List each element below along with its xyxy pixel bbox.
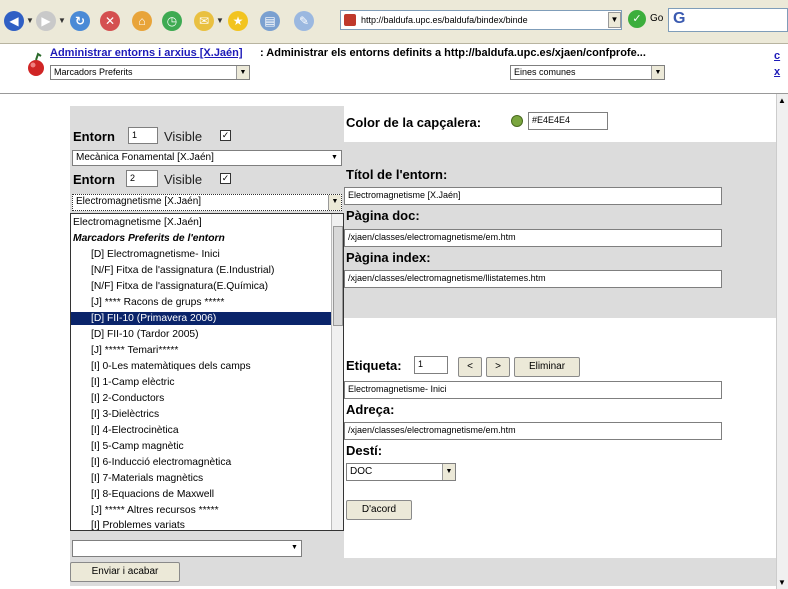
address-input[interactable]: /xjaen/classes/electromagnetisme/em.htm <box>344 422 722 440</box>
header-link[interactable]: Administrar entorns i arxius [X.Jaén] <box>50 47 243 59</box>
visible-2-label: Visible <box>164 172 203 187</box>
list-item[interactable]: [I] 4-Electrocinètica <box>73 424 179 437</box>
tag-number-input[interactable]: 1 <box>414 356 448 374</box>
reload-icon[interactable]: ↻ <box>70 11 90 31</box>
destination-select[interactable]: DOC ▼ <box>346 463 456 481</box>
entorn-1-select[interactable]: Mecànica Fonamental [X.Jaén] ▼ <box>72 150 342 166</box>
new-entorn-select[interactable]: ▼ <box>72 540 302 557</box>
site-favicon-icon <box>344 14 356 26</box>
destination-label: Destí: <box>346 443 383 458</box>
list-item[interactable]: [J] ***** Temari***** <box>73 344 178 357</box>
header-color-label: Color de la capçalera: <box>346 115 482 130</box>
history-icon[interactable]: ◷ <box>162 11 182 31</box>
chevron-down-icon[interactable]: ▼ <box>328 195 341 210</box>
browser-toolbar: ◀ ▼ ▶ ▼ ↻ ✕ ⌂ ◷ ✉ ▼ ★ ▤ ✎ http://baldufa… <box>0 0 788 44</box>
list-item[interactable]: [I] 3-Dielèctrics <box>73 408 159 421</box>
doc-page-label: Pàgina doc: <box>346 208 420 223</box>
bookmark-star-icon[interactable]: ★ <box>228 11 248 31</box>
previous-tag-button[interactable]: < <box>458 357 482 377</box>
address-dropdown-icon[interactable]: ▼ <box>608 12 621 28</box>
scroll-up-icon[interactable]: ▲ <box>778 96 786 105</box>
entorn-title-input[interactable]: Electromagnetisme [X.Jaén] <box>344 187 722 205</box>
back-icon[interactable]: ◀ <box>4 11 24 31</box>
list-item[interactable]: [I] 6-Inducció electromagnètica <box>73 456 231 469</box>
bookmarks-select-value: Marcadors Preferits <box>54 67 133 77</box>
entorn-title-label: Títol de l'entorn: <box>346 167 448 182</box>
entorn-2-select[interactable]: Electromagnetisme [X.Jaén] ▼ <box>72 194 342 211</box>
chevron-down-icon[interactable]: ▼ <box>442 464 455 480</box>
visible-1-label: Visible <box>164 129 203 144</box>
send-and-finish-button[interactable]: Enviar i acabar <box>70 562 180 582</box>
list-item[interactable]: [I] 5-Camp magnètic <box>73 440 184 453</box>
entorn-1-label: Entorn <box>73 129 115 144</box>
list-item[interactable]: [I] 8-Equacions de Maxwell <box>73 488 214 501</box>
go-label[interactable]: Go <box>650 13 663 24</box>
index-page-input[interactable]: /xjaen/classes/electromagnetisme/llistat… <box>344 270 722 288</box>
list-item[interactable]: [I] 0-Les matemàtiques dels camps <box>73 360 251 373</box>
stop-icon[interactable]: ✕ <box>100 11 120 31</box>
list-item[interactable]: [I] 2-Conductors <box>73 392 164 405</box>
header-side-link-2[interactable]: x <box>774 66 780 78</box>
list-item[interactable]: [D] Electromagnetisme- Inici <box>73 248 220 261</box>
header-side-link-1[interactable]: c <box>774 50 780 62</box>
entorn-1-input[interactable]: 1 <box>128 127 158 144</box>
go-icon[interactable]: ✓ <box>628 10 646 28</box>
tools-select-value: Eines comunes <box>514 67 576 77</box>
visible-2-checkbox[interactable]: ✓ <box>220 173 231 184</box>
list-group-header: Marcadors Preferits de l'entorn <box>73 233 225 244</box>
forward-dropdown-icon[interactable]: ▼ <box>58 16 66 25</box>
tools-select[interactable]: Eines comunes ▼ <box>510 65 665 80</box>
list-item[interactable]: [I] 1-Camp elèctric <box>73 376 175 389</box>
next-tag-button[interactable]: > <box>486 357 510 377</box>
destination-select-value: DOC <box>350 466 373 477</box>
list-scrollbar-thumb[interactable] <box>333 226 343 326</box>
entorn-2-input[interactable]: 2 <box>126 170 158 187</box>
back-dropdown-icon[interactable]: ▼ <box>26 16 34 25</box>
bookmarks-select[interactable]: Marcadors Preferits ▼ <box>50 65 250 80</box>
list-item[interactable]: [J] ***** Altres recursos ***** <box>73 504 219 517</box>
chevron-down-icon[interactable]: ▼ <box>328 151 341 165</box>
entorn-2-options-list[interactable]: Electromagnetisme [X.Jaén] Marcadors Pre… <box>70 213 344 531</box>
search-input[interactable] <box>668 8 788 32</box>
list-item[interactable]: [N/F] Fitxa de l'assignatura(E.Química) <box>73 280 268 293</box>
chevron-down-icon[interactable]: ▼ <box>288 541 301 556</box>
page-scrollbar[interactable]: ▲ ▼ <box>776 94 788 589</box>
tag-label: Etiqueta: <box>346 358 402 373</box>
entorn-2-label: Entorn <box>73 172 115 187</box>
delete-tag-button[interactable]: Eliminar <box>514 357 580 377</box>
google-search-icon: G <box>673 10 686 27</box>
list-scrollbar[interactable] <box>331 214 343 530</box>
entorn-1-select-value: Mecànica Fonamental [X.Jaén] <box>76 152 214 163</box>
logo-icon <box>28 52 44 76</box>
entorn-2-select-value: Electromagnetisme [X.Jaén] <box>76 196 202 207</box>
list-item[interactable]: [J] **** Racons de grups ***** <box>73 296 224 309</box>
ok-button[interactable]: D'acord <box>346 500 412 520</box>
edit-icon[interactable]: ✎ <box>294 11 314 31</box>
visible-1-checkbox[interactable]: ✓ <box>220 130 231 141</box>
address-text: http://baldufa.upc.es/baldufa/bindex/bin… <box>361 15 528 25</box>
color-picker-icon[interactable] <box>511 115 523 127</box>
address-label: Adreça: <box>346 402 395 417</box>
list-item[interactable]: [D] FII-10 (Tardor 2005) <box>73 328 199 341</box>
index-page-label: Pàgina index: <box>346 250 431 265</box>
list-item[interactable]: [N/F] Fitxa de l'assignatura (E.Industri… <box>73 264 274 277</box>
mail-dropdown-icon[interactable]: ▼ <box>216 16 224 25</box>
header-color-input[interactable]: #E4E4E4 <box>528 112 608 130</box>
chevron-down-icon[interactable]: ▼ <box>236 66 249 79</box>
list-item[interactable]: [I] Problemes variats <box>73 519 185 530</box>
home-icon[interactable]: ⌂ <box>132 11 152 31</box>
list-item-selected[interactable]: [D] FII-10 (Primavera 2006) <box>71 312 332 325</box>
mail-icon[interactable]: ✉ <box>194 11 214 31</box>
header-title: : Administrar els entorns definits a htt… <box>260 47 646 59</box>
chevron-down-icon[interactable]: ▼ <box>651 66 664 79</box>
list-item[interactable]: Electromagnetisme [X.Jaén] <box>73 216 202 229</box>
forward-icon[interactable]: ▶ <box>36 11 56 31</box>
doc-page-input[interactable]: /xjaen/classes/electromagnetisme/em.htm <box>344 229 722 247</box>
print-icon[interactable]: ▤ <box>260 11 280 31</box>
tag-text-input[interactable]: Electromagnetisme- Inici <box>344 381 722 399</box>
scroll-down-icon[interactable]: ▼ <box>778 578 786 587</box>
list-item[interactable]: [I] 7-Materials magnètics <box>73 472 203 485</box>
address-bar[interactable]: http://baldufa.upc.es/baldufa/bindex/bin… <box>340 10 622 30</box>
